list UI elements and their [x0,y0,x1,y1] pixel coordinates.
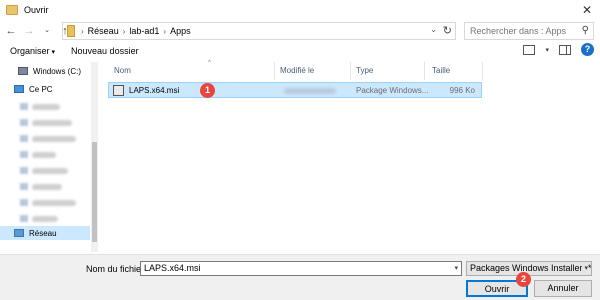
sidebar-item-label: Windows (C:) [33,66,82,76]
sidebar-item-label: Réseau [29,228,57,238]
recent-locations-chevron-icon[interactable]: ⌄ [40,24,54,38]
address-bar[interactable]: › Réseau › lab-ad1 › Apps ⌄ ↻ [62,22,456,40]
step-marker-1: 1 [200,83,215,98]
scrollbar-thumb[interactable] [92,142,97,242]
window-title: Ouvrir [24,5,49,15]
file-type: Package Windows... [356,86,429,95]
chevron-down-icon: ▾ [51,49,56,56]
back-arrow-icon[interactable]: ← [4,24,18,38]
column-header-size[interactable]: Taille [432,66,450,78]
title-bar: Ouvrir ✕ [0,0,600,20]
search-icon: ⚲ [581,25,589,36]
help-icon[interactable]: ? [581,43,594,56]
refresh-icon[interactable]: ↻ [443,24,452,37]
step-marker-2: 2 [516,272,531,287]
folder-icon [6,5,18,15]
file-name: LAPS.x64.msi [129,86,180,95]
column-header-name[interactable]: Nom [114,66,131,78]
navigation-bar: ← → ⌄ ↑ › Réseau › lab-ad1 › Apps ⌄ ↻ Re… [0,20,600,42]
cancel-button[interactable]: Annuler [534,280,592,297]
blurred-item-icon [20,167,28,174]
blurred-modified-date [284,88,336,94]
computer-icon [14,85,24,93]
blurred-item [32,200,76,206]
blurred-item [32,152,56,158]
filename-value: LAPS.x64.msi [144,263,201,273]
breadcrumb-server[interactable]: lab-ad1 [129,26,159,36]
blurred-item [32,104,60,110]
view-options-icon[interactable] [523,44,536,55]
column-divider[interactable] [350,62,351,80]
msi-package-icon [113,85,124,96]
new-folder-button[interactable]: Nouveau dossier [71,46,139,56]
file-size: 996 Ko [449,86,475,95]
search-placeholder: Rechercher dans : Apps [470,26,567,36]
breadcrumb-separator-icon[interactable]: › [123,27,126,36]
search-input[interactable]: Rechercher dans : Apps ⚲ [464,22,594,40]
organize-menu-button[interactable]: Organiser ▾ [10,46,55,56]
blurred-item-icon [20,215,28,222]
blurred-item-icon [20,103,28,110]
breadcrumb-folder[interactable]: Apps [170,26,191,36]
address-dropdown-icon[interactable]: ⌄ [430,25,437,34]
file-list: ^ Nom Modifié le Type Taille LAPS.x64.ms… [98,60,600,254]
column-header-modified[interactable]: Modifié le [280,66,314,78]
column-divider[interactable] [274,62,275,80]
preview-pane-icon[interactable] [559,44,571,55]
sidebar-item-network[interactable]: Réseau [0,226,90,240]
view-controls: ▾ ? [523,43,594,56]
blurred-item-icon [20,119,28,126]
forward-arrow-icon[interactable]: → [22,24,36,38]
blurred-item-icon [20,183,28,190]
sidebar-scrollbar[interactable] [91,62,98,252]
blurred-item [32,168,68,174]
sort-indicator-icon: ^ [208,60,211,66]
breadcrumb-separator-icon[interactable]: › [81,27,84,36]
blurred-item-icon [20,135,28,142]
view-dropdown-icon[interactable]: ▾ [545,46,549,54]
column-divider[interactable] [482,62,483,80]
blurred-item [32,120,72,126]
filename-field[interactable]: LAPS.x64.msi ▾ [140,261,462,276]
dialog-footer: Nom du fichier : LAPS.x64.msi ▾ Packages… [0,254,600,300]
filetype-value: Packages Windows Installer (*.msi) [470,263,592,273]
drive-icon [18,67,28,75]
sidebar-item-this-pc[interactable]: Ce PC [0,82,90,96]
sidebar-item-windows-drive[interactable]: Windows (C:) [0,64,90,78]
column-divider[interactable] [424,62,425,80]
network-icon [14,229,24,237]
blurred-item-icon [20,151,28,158]
organize-label: Organiser [10,46,50,56]
close-icon[interactable]: ✕ [580,3,594,17]
blurred-item [32,136,76,142]
navigation-pane: Windows (C:) Ce PC Réseau [0,60,98,254]
breadcrumb-separator-icon[interactable]: › [163,27,166,36]
chevron-down-icon: ▾ [582,262,588,275]
blurred-item [32,184,62,190]
blurred-item [32,216,58,222]
network-folder-icon [67,25,75,37]
command-toolbar: Organiser ▾ Nouveau dossier ▾ ? [0,42,600,60]
breadcrumb-network[interactable]: Réseau [88,26,119,36]
blurred-item-icon [20,199,28,206]
file-row[interactable]: LAPS.x64.msi Package Windows... 996 Ko [108,82,482,98]
chevron-down-icon[interactable]: ▾ [454,262,458,275]
sidebar-item-label: Ce PC [29,84,53,94]
column-header-type[interactable]: Type [356,66,373,78]
